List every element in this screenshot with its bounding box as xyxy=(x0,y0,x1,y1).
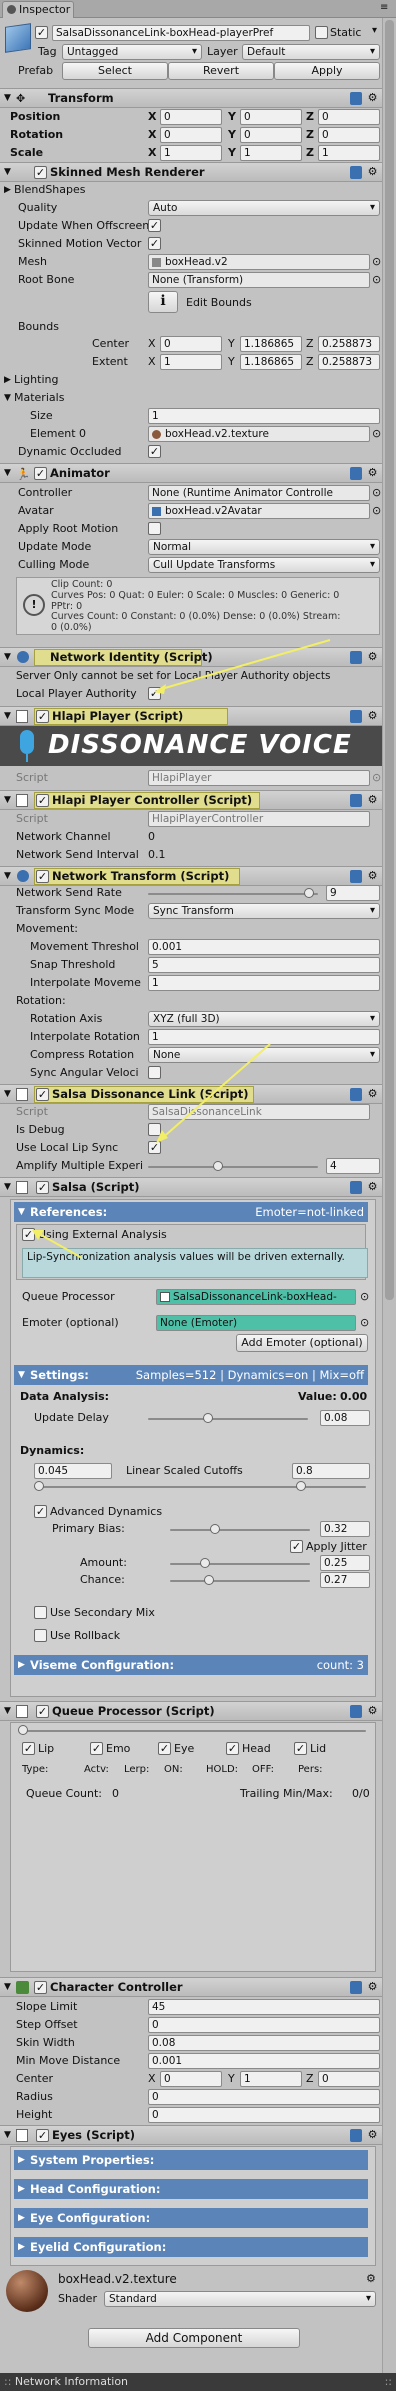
qp-type-header: Actv: xyxy=(84,1764,109,1775)
eyes-section-label: Head Configuration: xyxy=(30,2182,161,2196)
cc-skin-label: Skin Width xyxy=(16,2036,75,2049)
axis-label: Z xyxy=(306,128,314,141)
axis-label: X xyxy=(148,355,156,368)
qp-head-label: Head xyxy=(242,1742,271,1755)
transform-z-field[interactable]: 1 xyxy=(318,145,380,161)
axis-label: X xyxy=(148,2072,156,2085)
transform-x-field[interactable]: 1 xyxy=(160,145,222,161)
cc-height-label: Height xyxy=(16,2108,53,2121)
qp-type-header: ON: xyxy=(164,1764,183,1775)
qp-type-header: Pers: xyxy=(298,1764,323,1775)
transform-y-field[interactable]: 1 xyxy=(240,145,302,161)
cc-skin-field[interactable]: 0.08 xyxy=(148,2035,380,2051)
axis-label: X xyxy=(148,337,156,350)
qp-type-header: HOLD: xyxy=(206,1764,239,1775)
transform-z-field[interactable]: 0 xyxy=(318,127,380,143)
qp-lid-label: Lid xyxy=(310,1742,327,1755)
foldout-icon: ▶ xyxy=(18,2155,25,2165)
cc-radius-label: Radius xyxy=(16,2090,53,2103)
qp-lid-checkbox[interactable]: ✓ xyxy=(294,1742,307,1755)
axis-label: Y xyxy=(228,128,236,141)
cc-center-y-field[interactable]: 1 xyxy=(240,2071,302,2087)
eyes-section-band[interactable]: ▶ Head Configuration: xyxy=(14,2179,368,2199)
eyes-section-band[interactable]: ▶ Eyelid Configuration: xyxy=(14,2237,368,2257)
cc-slope-field[interactable]: 45 xyxy=(148,1999,380,2015)
transform-row-label: Position xyxy=(10,110,61,123)
axis-label: Z xyxy=(306,337,314,350)
eyes-section-label: System Properties: xyxy=(30,2153,155,2167)
cc-height-field[interactable]: 0 xyxy=(148,2107,380,2123)
axis-label: Z xyxy=(306,355,314,368)
eyes-section-band[interactable]: ▶ System Properties: xyxy=(14,2150,368,2170)
qp-eye-checkbox[interactable]: ✓ xyxy=(158,1742,171,1755)
transform-row-label: Rotation xyxy=(10,128,64,141)
cc-minmove-label: Min Move Distance xyxy=(16,2054,121,2067)
axis-label: Y xyxy=(228,110,236,123)
bounds-extent-z-field[interactable]: 0.258873 xyxy=(318,354,380,370)
arrow-local-authority xyxy=(157,639,331,691)
cc-step-field[interactable]: 0 xyxy=(148,2017,380,2033)
arrowhead xyxy=(156,1130,168,1143)
cc-step-label: Step Offset xyxy=(16,2018,78,2031)
axis-label: Y xyxy=(228,355,235,368)
bounds-center-x-field[interactable]: 0 xyxy=(160,336,222,352)
transform-y-field[interactable]: 0 xyxy=(240,109,302,125)
eyes-section-band[interactable]: ▶ Eye Configuration: xyxy=(14,2208,368,2228)
qp-head-checkbox[interactable]: ✓ xyxy=(226,1742,239,1755)
eyes-section-label: Eye Configuration: xyxy=(30,2211,151,2225)
qp-emo-checkbox[interactable]: ✓ xyxy=(90,1742,103,1755)
cc-center-z-field[interactable]: 0 xyxy=(318,2071,380,2087)
foldout-icon: ▶ xyxy=(18,2213,25,2223)
bounds-extent-y-field[interactable]: 1.186865 xyxy=(240,354,302,370)
axis-label: Z xyxy=(306,2072,314,2085)
foldout-icon: ▶ xyxy=(18,2184,25,2194)
transform-z-field[interactable]: 0 xyxy=(318,109,380,125)
qp-lip-label: Lip xyxy=(38,1742,55,1755)
cc-slope-label: Slope Limit xyxy=(16,2000,78,2013)
qp-emo-label: Emo xyxy=(106,1742,131,1755)
qp-type-header: Type: xyxy=(22,1764,49,1775)
arrow-local-lipsync xyxy=(159,1043,271,1141)
bounds-extent-x-field[interactable]: 1 xyxy=(160,354,222,370)
cc-radius-field[interactable]: 0 xyxy=(148,2089,380,2105)
arrowhead xyxy=(154,684,166,694)
foldout-icon: ▶ xyxy=(18,2242,25,2252)
qp-lip-checkbox[interactable]: ✓ xyxy=(22,1742,35,1755)
qp-eye-label: Eye xyxy=(174,1742,195,1755)
axis-label: Y xyxy=(228,337,235,350)
transform-row-label: Scale xyxy=(10,146,44,159)
qp-type-header: OFF: xyxy=(252,1764,274,1775)
transform-y-field[interactable]: 0 xyxy=(240,127,302,143)
axis-label: X xyxy=(148,128,157,141)
cc-minmove-field[interactable]: 0.001 xyxy=(148,2053,380,2069)
bounds-center-z-field[interactable]: 0.258873 xyxy=(318,336,380,352)
axis-label: X xyxy=(148,110,157,123)
axis-label: Y xyxy=(228,146,236,159)
transform-x-field[interactable]: 0 xyxy=(160,109,222,125)
axis-label: Y xyxy=(228,2072,235,2085)
axis-label: Z xyxy=(306,110,314,123)
qp-type-header: Lerp: xyxy=(124,1764,150,1775)
transform-x-field[interactable]: 0 xyxy=(160,127,222,143)
cc-center-x-field[interactable]: 0 xyxy=(160,2071,222,2087)
arrow-external-analysis xyxy=(35,1231,83,1259)
eyes-section-label: Eyelid Configuration: xyxy=(30,2240,167,2254)
bounds-center-y-field[interactable]: 1.186865 xyxy=(240,336,302,352)
axis-label: Z xyxy=(306,146,314,159)
axis-label: X xyxy=(148,146,157,159)
